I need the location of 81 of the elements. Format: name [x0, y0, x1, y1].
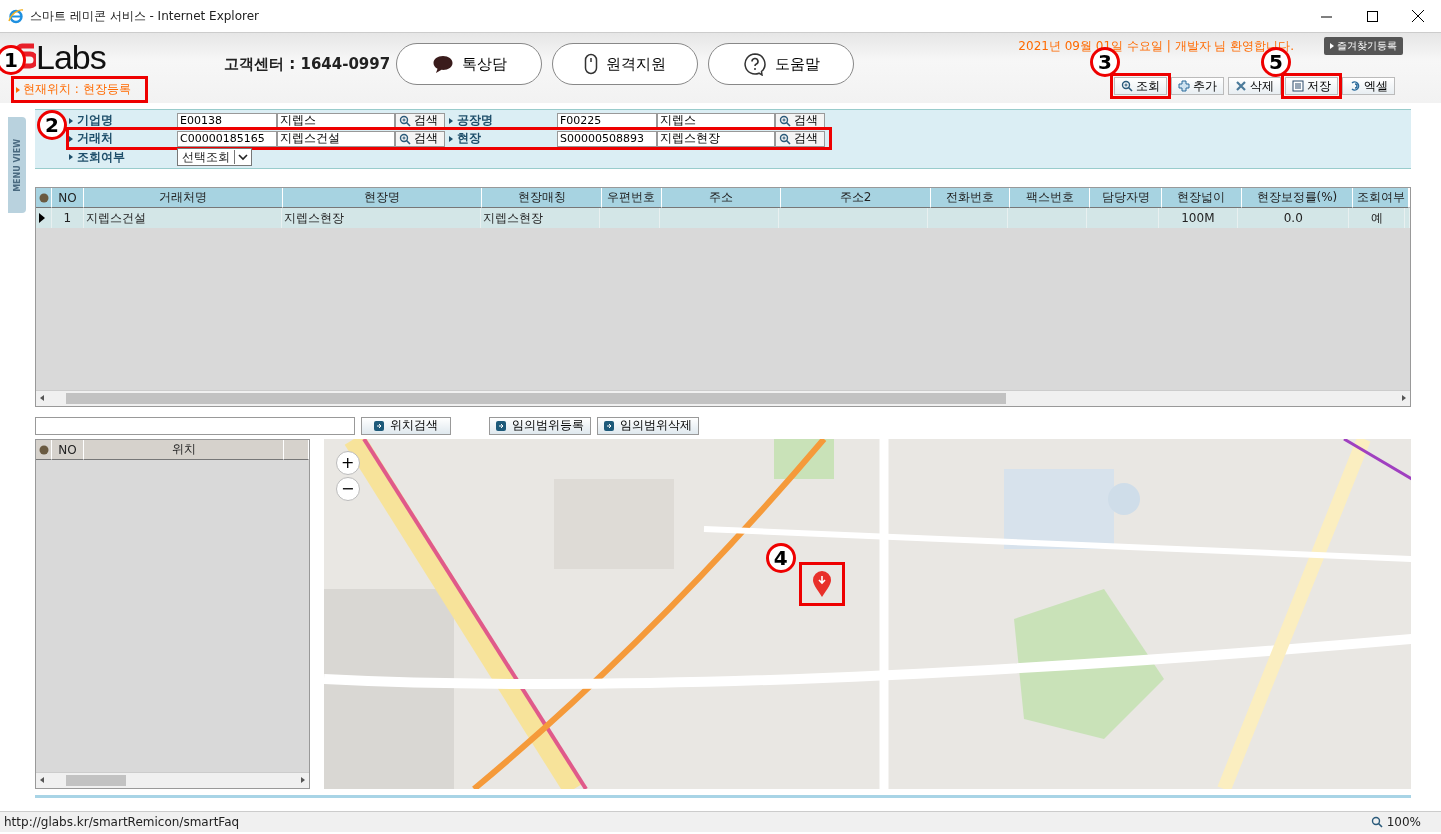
side-tab[interactable]: MENU VIEW [8, 117, 26, 213]
horizontal-scrollbar[interactable] [36, 390, 1410, 406]
code-field[interactable]: C00000185165 [177, 130, 277, 147]
callout-number: 2 [37, 110, 67, 140]
table-cell: 지렙스현장 [284, 209, 345, 227]
favorites-button[interactable]: 즐겨찾기등록 [1324, 37, 1403, 55]
scrollbar-thumb[interactable] [66, 775, 126, 786]
arrow-right-icon [496, 420, 506, 431]
search-button[interactable]: 검색 [775, 112, 825, 129]
ball-icon [38, 192, 49, 203]
magnifier-icon [779, 132, 791, 145]
support-phone: 고객센터 : 1644-0997 [224, 55, 391, 75]
swirl-icon [1349, 80, 1361, 92]
magnifier-icon [779, 114, 791, 127]
field-label: 거래처 [69, 130, 177, 147]
map-pin-icon[interactable] [811, 570, 832, 598]
scroll-right-icon[interactable] [298, 775, 307, 784]
name-field[interactable]: 지렙스건설 [277, 130, 395, 147]
help-icon [742, 52, 767, 76]
status-url: http://glabs.kr/smartRemicon/smartFaq [4, 815, 241, 829]
ball-icon [38, 444, 49, 455]
field-label: 공장명 [449, 112, 557, 129]
name-field[interactable]: 지렙스 [657, 112, 775, 129]
plus-icon [1178, 80, 1190, 92]
name-field[interactable]: 지렙스현장 [657, 130, 775, 147]
magnifier-icon [399, 114, 411, 127]
code-field[interactable]: S00000508893 [557, 130, 657, 147]
magnifier-icon [1121, 80, 1133, 92]
header-button[interactable]: 원격지원 [552, 43, 699, 85]
disk-icon [1292, 80, 1304, 92]
scroll-left-icon[interactable] [38, 393, 46, 402]
magnifier-icon [1370, 816, 1383, 828]
zoom-level[interactable]: 100% [1386, 815, 1421, 829]
chevron-down-icon [234, 150, 251, 164]
mouse-icon [584, 53, 599, 75]
field-label: 조회여부 [69, 148, 177, 166]
scrollbar-thumb[interactable] [66, 393, 1006, 404]
row-pointer-icon [38, 212, 46, 224]
search-button[interactable]: 검색 [775, 130, 825, 147]
play-icon [1330, 43, 1334, 49]
callout-number: 1 [0, 45, 26, 75]
search-button[interactable]: 검색 [395, 130, 445, 147]
window-title: 스마트 레미콘 서비스 - Internet Explorer [30, 7, 260, 25]
table-cell: 예 [1370, 209, 1383, 227]
table-row[interactable]: 1 지렙스건설 지렙스현장 지렙스현장 100M 0.0 예 [36, 208, 1410, 228]
column-header[interactable]: 위치 [84, 440, 284, 460]
magnifier-icon [399, 132, 411, 145]
code-field[interactable]: E00138 [177, 112, 277, 129]
browser-icon [8, 8, 24, 24]
arrow-right-icon [604, 420, 614, 431]
range-button[interactable]: 임의범위등록 [489, 416, 591, 435]
range-button[interactable]: 임의범위삭제 [597, 416, 699, 435]
scroll-right-icon[interactable] [1400, 393, 1408, 402]
close-icon [1412, 10, 1424, 22]
maximize-icon [1366, 10, 1378, 22]
search-button[interactable]: 검색 [395, 112, 445, 129]
scroll-left-icon[interactable] [38, 775, 46, 784]
code-field[interactable]: F00225 [557, 112, 657, 129]
table-cell: 지렙스건설 [85, 209, 146, 227]
location-search-button[interactable]: 위치검색 [361, 416, 451, 435]
table-cell: 1 [63, 211, 72, 225]
header-button[interactable]: 톡상담 [396, 43, 543, 85]
location-input-field[interactable] [35, 416, 355, 435]
table-cell: 지렙스현장 [483, 209, 544, 227]
field-label: 현장 [449, 130, 557, 147]
logo-mark-icon [16, 42, 36, 72]
toolbar-button[interactable]: 추가 [1171, 77, 1224, 95]
toolbar-button[interactable]: 엑셀 [1342, 77, 1395, 95]
toolbar-button[interactable]: 삭제 [1228, 77, 1281, 95]
logo-text: Labs [36, 41, 106, 73]
speech-bubble-icon [431, 54, 454, 74]
cross-icon [1235, 80, 1247, 92]
arrow-right-icon [374, 420, 384, 431]
name-field[interactable]: 지렙스 [277, 112, 395, 129]
breadcrumb: 현재위치 : 현장등록 [23, 81, 131, 98]
table-cell: 100M [1181, 211, 1215, 225]
horizontal-scrollbar[interactable] [36, 772, 309, 788]
table-cell: 0.0 [1283, 211, 1303, 225]
dropdown[interactable]: 선택조회 [177, 148, 252, 166]
header-button[interactable]: 도움말 [708, 43, 855, 85]
column-header[interactable]: NO [52, 440, 84, 460]
